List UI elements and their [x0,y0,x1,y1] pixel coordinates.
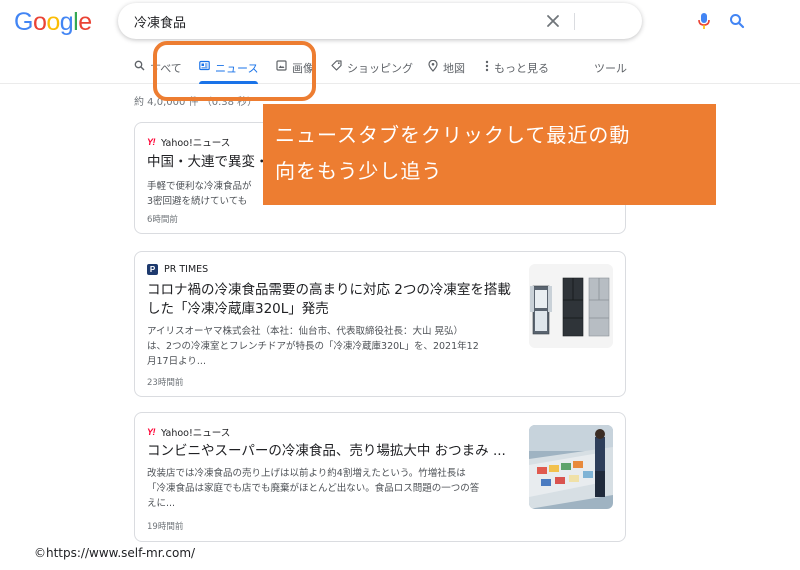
close-icon[interactable] [544,12,562,30]
headline-line: した「冷凍冷蔵庫320L」発売 [147,301,329,317]
callout-line: 向をもう少し追う [275,159,443,183]
headline-line: コロナ禍の冷凍食品需要の高まりに対応 2つの冷凍室を搭載 [147,282,511,298]
snippet-line: えに... [147,498,176,509]
tag-icon [331,60,342,75]
search-input[interactable] [134,3,514,39]
news-thumbnail-frozen-food-aisle[interactable] [529,425,613,509]
news-time: 19時間前 [147,522,184,532]
logo-letter: o [46,8,60,36]
logo-letter: g [59,8,74,36]
news-source: Y! Yahoo!ニュース [147,135,230,149]
news-thumbnail-refrigerators[interactable] [529,264,613,348]
source-name: PR TIMES [164,264,209,275]
google-logo[interactable]: Google [14,8,92,37]
news-snippet: 改装店では冷凍食品の売り上げは以前より約4割増えたという。竹増社長は 「冷凍食品… [147,466,479,511]
news-time: 23時間前 [147,378,184,388]
logo-letter: e [78,8,92,36]
search-icon [134,60,145,75]
tab-more[interactable]: もっと見る [485,60,549,84]
annotation-callout: ニュースタブをクリックして最近の動 向をもう少し追う [263,104,716,205]
search-icon[interactable] [728,12,746,30]
snippet-line: 月17日より... [147,356,206,367]
logo-letter: G [14,8,33,36]
snippet-line: 「冷凍食品は家庭でも店でも廃棄がほとんど出ない。食品ロス問題の一つの答 [147,483,480,494]
tab-tools[interactable]: ツール [594,60,627,84]
tab-label: 地図 [443,62,465,75]
search-tabs: すべて ニュース 画像 ショッピング 地図 もっと見る ツール [0,56,800,84]
mic-icon[interactable] [697,12,711,34]
news-time: 6時間前 [147,215,178,225]
snippet-line: 改装店では冷凍食品の売り上げは以前より約4割増えたという。竹増社長は [147,468,466,479]
news-source: Y! Yahoo!ニュース [147,425,230,439]
map-pin-icon [428,59,438,76]
more-vert-icon [485,60,489,76]
callout-line: ニュースタブをクリックして最近の動 [275,123,631,147]
logo-letter: o [32,8,47,36]
news-headline[interactable]: 中国・大連で異変・ [147,153,269,172]
tab-maps[interactable]: 地図 [428,59,465,84]
yahoo-logo-icon: Y! [147,427,156,437]
news-result-card[interactable]: Y! Yahoo!ニュース コンビニやスーパーの冷凍食品、売り場拡大中 おつまみ… [134,412,626,542]
search-box [118,3,745,39]
news-headline[interactable]: コロナ禍の冷凍食品需要の高まりに対応 2つの冷凍室を搭載 した「冷凍冷蔵庫320… [147,281,527,319]
news-tab-highlight [153,41,316,101]
news-snippet: アイリスオーヤマ株式会社（本社：仙台市、代表取締役社長：大山 晃弘） は、2つの… [147,324,479,369]
search-divider [574,13,575,30]
tab-label: ツール [594,62,627,75]
snippet-line: 3密回避を続けていても [147,196,248,207]
snippet-line: 手軽で便利な冷凍食品が [147,181,252,192]
tab-shopping[interactable]: ショッピング [331,60,413,84]
news-result-card[interactable]: P PR TIMES コロナ禍の冷凍食品需要の高まりに対応 2つの冷凍室を搭載 … [134,251,626,397]
news-headline[interactable]: コンビニやスーパーの冷凍食品、売り場拡大中 おつまみ ... [147,442,533,461]
tab-label: もっと見る [494,62,549,75]
news-source: P PR TIMES [147,264,208,275]
prtimes-logo-icon: P [147,264,158,275]
yahoo-logo-icon: Y! [147,137,156,147]
tab-label: ショッピング [347,62,413,75]
source-name: Yahoo!ニュース [161,138,231,149]
snippet-line: アイリスオーヤマ株式会社（本社：仙台市、代表取締役社長：大山 晃弘） [147,326,464,337]
news-snippet: 手軽で便利な冷凍食品が 3密回避を続けていても [147,179,252,209]
snippet-line: は、2つの冷凍室とフレンチドアが特長の「冷凍冷蔵庫320L」を、2021年12 [147,341,479,352]
source-name: Yahoo!ニュース [161,428,231,439]
credit-text: ©https://www.self-mr.com/ [34,546,196,560]
